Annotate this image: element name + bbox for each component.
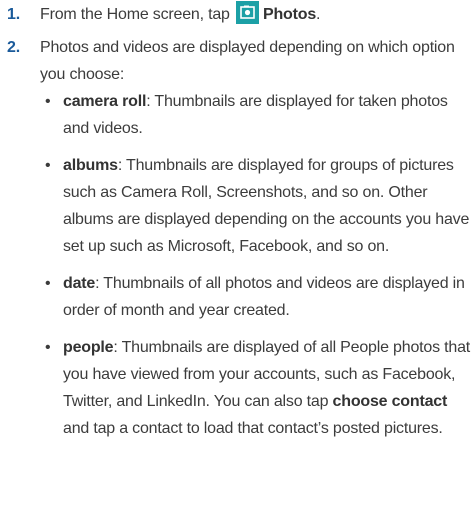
option-list: • camera roll : Thumbnails are displayed … [0,88,472,442]
bullet-dot: • [45,93,51,110]
option-term-choose-contact: choose contact [332,393,448,410]
option-people: • people: Thumbnails are displayed of al… [45,334,472,442]
option-term: camera roll [63,93,147,110]
step-2: 2. Photos and videos are displayed depen… [0,34,472,88]
option-date: • date: Thumbnails of all photos and vid… [45,270,472,324]
bullet-dot: • [45,275,51,292]
option-term: albums [63,157,118,174]
option-description: : Thumbnails are displayed for groups of… [63,157,470,255]
bullet-dot: • [45,339,51,356]
option-camera-roll: • camera roll: Thumbnails are displayed … [45,88,472,142]
step-text: From the Home screen, tap Photos. [40,1,472,28]
photos-icon [236,1,259,24]
option-description: : Thumbnails of all photos and videos ar… [63,275,465,319]
step-1: 1. From the Home screen, tap Photos. [0,1,472,28]
step-number: 1. [7,6,20,23]
bullet-dot: • [45,157,51,174]
step-1-text-after: . [316,6,321,23]
option-term: date [63,275,96,292]
instruction-page: 1. From the Home screen, tap Photos. 2. … [0,0,472,442]
step-1-text-before: From the Home screen, tap [40,6,230,23]
option-description-continued: and tap a contact to load that contact’s… [63,420,443,437]
step-number: 2. [7,39,20,56]
option-albums: • albums: Thumbnails are displayed for g… [45,152,472,260]
photos-app-label: Photos [263,6,317,23]
option-term: people [63,339,114,356]
step-text: Photos and videos are displayed dependin… [40,39,455,83]
